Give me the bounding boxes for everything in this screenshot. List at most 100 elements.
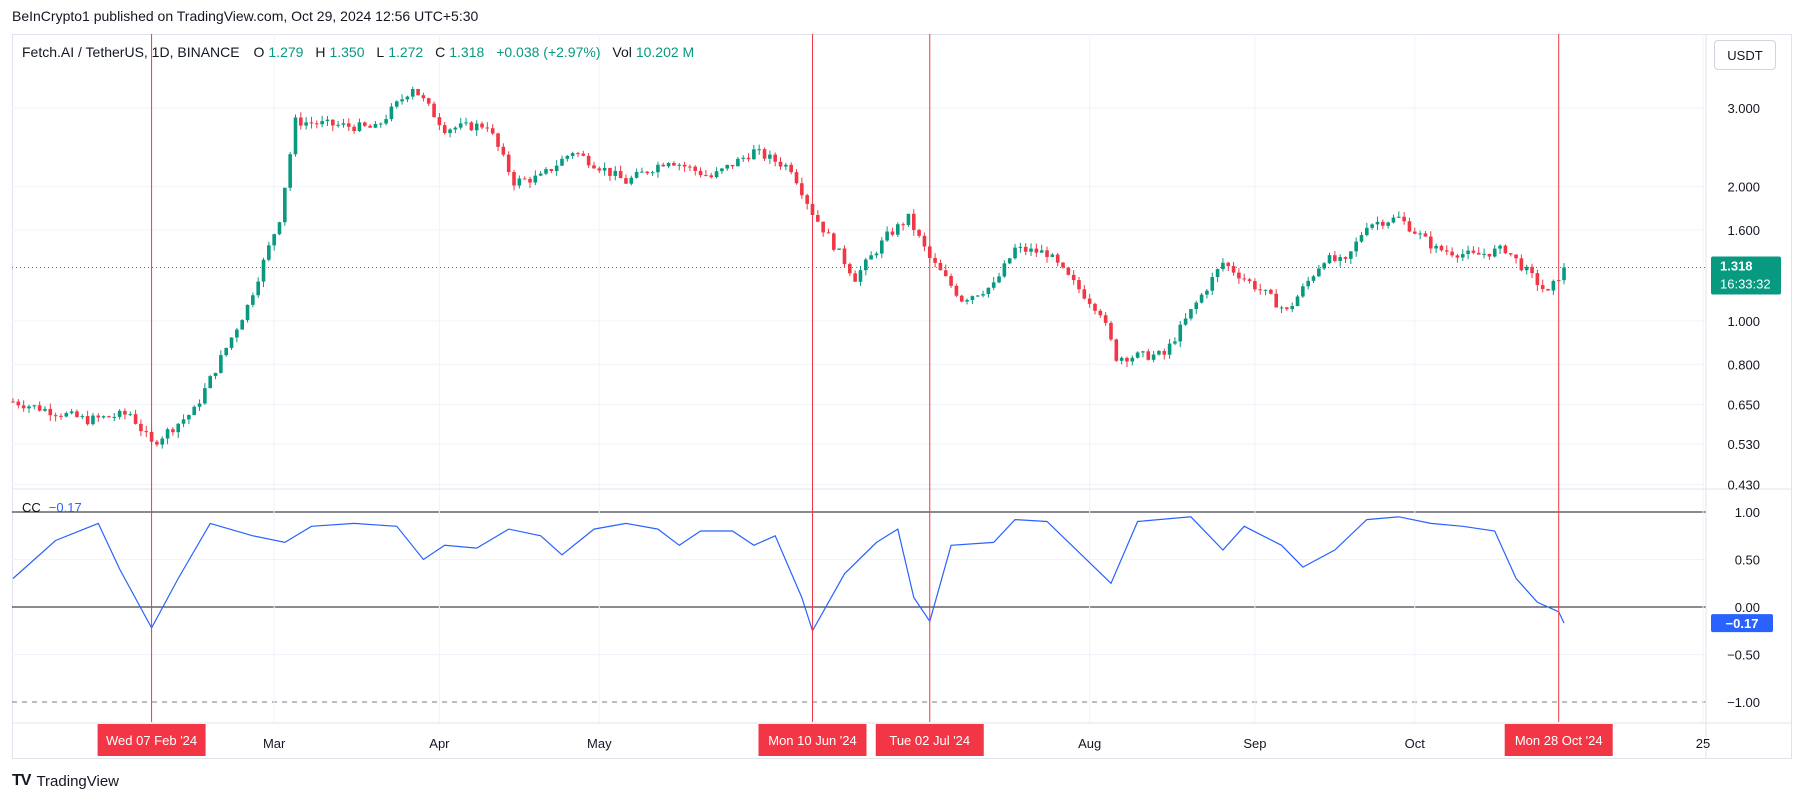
candle-body	[240, 320, 244, 330]
candle-body	[389, 106, 394, 120]
candle-body	[394, 101, 399, 107]
candle	[1503, 244, 1508, 255]
candle-body	[794, 172, 799, 184]
candle-body	[1460, 254, 1465, 258]
indicator-value: −0.17	[48, 500, 82, 515]
candle	[645, 170, 650, 176]
candle-body	[1263, 289, 1268, 291]
candle	[943, 264, 948, 277]
candle	[1226, 261, 1231, 272]
candle-body	[1444, 250, 1449, 252]
candle	[1183, 313, 1188, 326]
candle-body	[693, 166, 698, 171]
candle	[885, 226, 889, 242]
candle-body	[426, 98, 431, 104]
candle-body	[43, 408, 47, 411]
candle-body	[112, 416, 117, 418]
candle	[1439, 244, 1444, 252]
candle	[261, 257, 266, 288]
tradingview-footer[interactable]: TV TradingView	[12, 772, 119, 790]
candle-body	[1508, 253, 1513, 255]
candle-body	[938, 262, 943, 271]
candle	[96, 413, 101, 422]
grid	[12, 34, 1706, 722]
candle	[901, 222, 905, 231]
candle	[746, 153, 751, 162]
candle	[608, 167, 612, 181]
candle-body	[48, 408, 53, 416]
candle-body	[1412, 231, 1417, 234]
candle	[1482, 248, 1486, 259]
tradingview-logo-icon: TV	[12, 772, 31, 789]
candle-body	[890, 231, 895, 235]
candle-body	[1487, 253, 1492, 257]
candle-body	[21, 405, 26, 409]
candle	[581, 150, 586, 157]
candle	[245, 304, 250, 323]
candle-body	[1178, 324, 1183, 342]
candle	[107, 415, 111, 418]
candle	[1397, 211, 1401, 219]
candle	[1530, 263, 1534, 279]
candle-body	[1146, 351, 1151, 360]
candle-body	[1018, 246, 1023, 248]
candle	[1402, 211, 1406, 225]
candle	[1434, 243, 1438, 254]
candle	[480, 121, 484, 130]
candle-body	[1450, 251, 1454, 256]
candle	[1114, 338, 1119, 362]
candle	[826, 228, 831, 234]
candle	[634, 168, 639, 179]
candle-body	[1519, 258, 1524, 271]
candle	[1242, 273, 1247, 282]
candle	[725, 164, 730, 171]
candle	[533, 170, 538, 186]
indicator-legend[interactable]: CC −0.17	[22, 500, 82, 515]
candle-body	[1199, 294, 1204, 303]
candle	[458, 117, 463, 130]
candle-body	[373, 124, 378, 128]
candle	[698, 167, 703, 178]
candle	[139, 419, 143, 437]
candle-body	[1007, 258, 1012, 264]
candle	[1354, 237, 1358, 257]
candle	[1450, 247, 1454, 258]
candle-body	[368, 125, 372, 128]
candle	[1162, 348, 1167, 360]
candle-body	[1151, 354, 1156, 360]
chart-canvas[interactable]: Wed 07 Feb '24 Mon 10 Jun '24 Tue 02 Jul '…	[0, 0, 1804, 803]
candle-body	[1269, 289, 1273, 294]
candle-body	[1066, 267, 1071, 275]
candle-body	[805, 195, 809, 204]
candle-body	[378, 123, 383, 125]
candle	[1407, 217, 1412, 233]
candle-body	[1247, 279, 1252, 282]
candle	[762, 147, 767, 161]
currency-button[interactable]: USDT	[1714, 40, 1776, 70]
price-tick-label: 1.600	[1727, 223, 1760, 238]
candle	[890, 227, 895, 237]
low-label: L	[376, 44, 385, 60]
candle	[346, 118, 351, 131]
candle-body	[293, 117, 298, 155]
candle-body	[1242, 278, 1247, 280]
cc-tick-label: −0.50	[1727, 648, 1760, 663]
candle-body	[650, 172, 655, 174]
candle-body	[224, 347, 228, 356]
candle	[1391, 214, 1396, 224]
candle	[1077, 276, 1081, 294]
candle-body	[117, 410, 122, 417]
candle-body	[991, 282, 996, 288]
candle-body	[709, 175, 714, 178]
candle-body	[1055, 254, 1060, 263]
candle	[1338, 254, 1342, 267]
symbol-legend: Fetch.AI / TetherUS, 1D, BINANCE O 1.279 …	[22, 44, 702, 60]
candle	[864, 257, 868, 276]
candle-body	[1157, 351, 1161, 355]
candle-body	[256, 281, 260, 296]
date-marker-tag: Mon 10 Jun '24	[758, 724, 867, 756]
candle-body	[656, 164, 660, 173]
candle	[325, 116, 330, 126]
candle-body	[549, 169, 554, 172]
candle	[75, 409, 79, 418]
